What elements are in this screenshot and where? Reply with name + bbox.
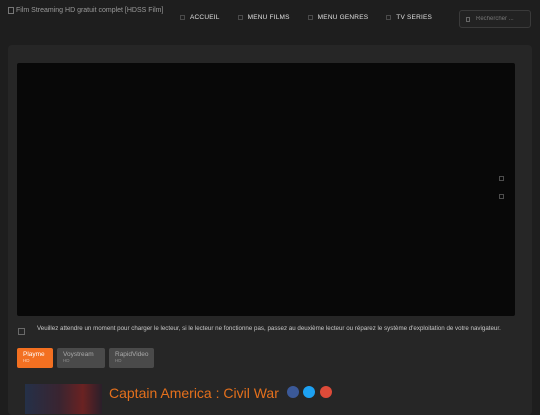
player-control-icon[interactable] <box>499 176 504 181</box>
search-icon[interactable] <box>466 16 470 22</box>
server-name: Playme <box>23 351 45 358</box>
player-control-icon[interactable] <box>499 194 504 199</box>
logo-alt-text: Film Streaming HD gratuit complet [HDSS … <box>16 7 164 14</box>
server-name: RapidVideo <box>115 351 149 358</box>
nav-item-accueil[interactable]: ACCUEIL <box>180 14 220 21</box>
movie-poster[interactable] <box>25 384 102 414</box>
google-plus-icon[interactable] <box>320 386 332 398</box>
nav-label: MENU FILMS <box>247 14 290 21</box>
search-box <box>459 10 531 28</box>
facebook-icon[interactable] <box>287 386 299 398</box>
info-icon <box>18 328 25 335</box>
server-quality: HD <box>63 358 70 363</box>
broken-image-icon <box>8 7 14 14</box>
server-quality: HD <box>23 358 30 363</box>
nav-label: ACCUEIL <box>190 14 220 21</box>
main-nav: ACCUEIL MENU FILMS MENU GENRES TV SERIES <box>180 14 450 21</box>
home-icon <box>180 15 185 20</box>
tv-icon <box>386 15 392 20</box>
server-tab-rapidvideo[interactable]: RapidVideo HD <box>109 348 154 368</box>
nav-label: MENU GENRES <box>317 14 369 21</box>
server-tab-playme[interactable]: Playme HD <box>17 348 53 368</box>
nav-item-menu-genres[interactable]: MENU GENRES <box>307 14 369 21</box>
movie-title: Captain America : Civil War <box>109 385 279 401</box>
server-tab-voystream[interactable]: Voystream HD <box>57 348 105 368</box>
twitter-icon[interactable] <box>303 386 315 398</box>
player-notice: Veuillez attendre un moment pour charger… <box>18 324 518 335</box>
server-quality: HD <box>115 358 122 363</box>
video-player[interactable] <box>17 63 515 316</box>
nav-item-menu-films[interactable]: MENU FILMS <box>237 14 290 21</box>
site-logo[interactable]: Film Streaming HD gratuit complet [HDSS … <box>8 6 163 15</box>
nav-item-tv-series[interactable]: TV SERIES <box>386 14 432 21</box>
nav-label: TV SERIES <box>396 14 433 21</box>
search-input[interactable] <box>476 16 526 22</box>
list-icon <box>307 15 313 20</box>
server-tabs: Playme HD Voystream HD RapidVideo HD <box>17 348 154 368</box>
top-navbar: Film Streaming HD gratuit complet [HDSS … <box>0 0 540 40</box>
server-name: Voystream <box>63 351 94 358</box>
notice-text: Veuillez attendre un moment pour charger… <box>37 325 501 332</box>
film-icon <box>237 15 243 20</box>
